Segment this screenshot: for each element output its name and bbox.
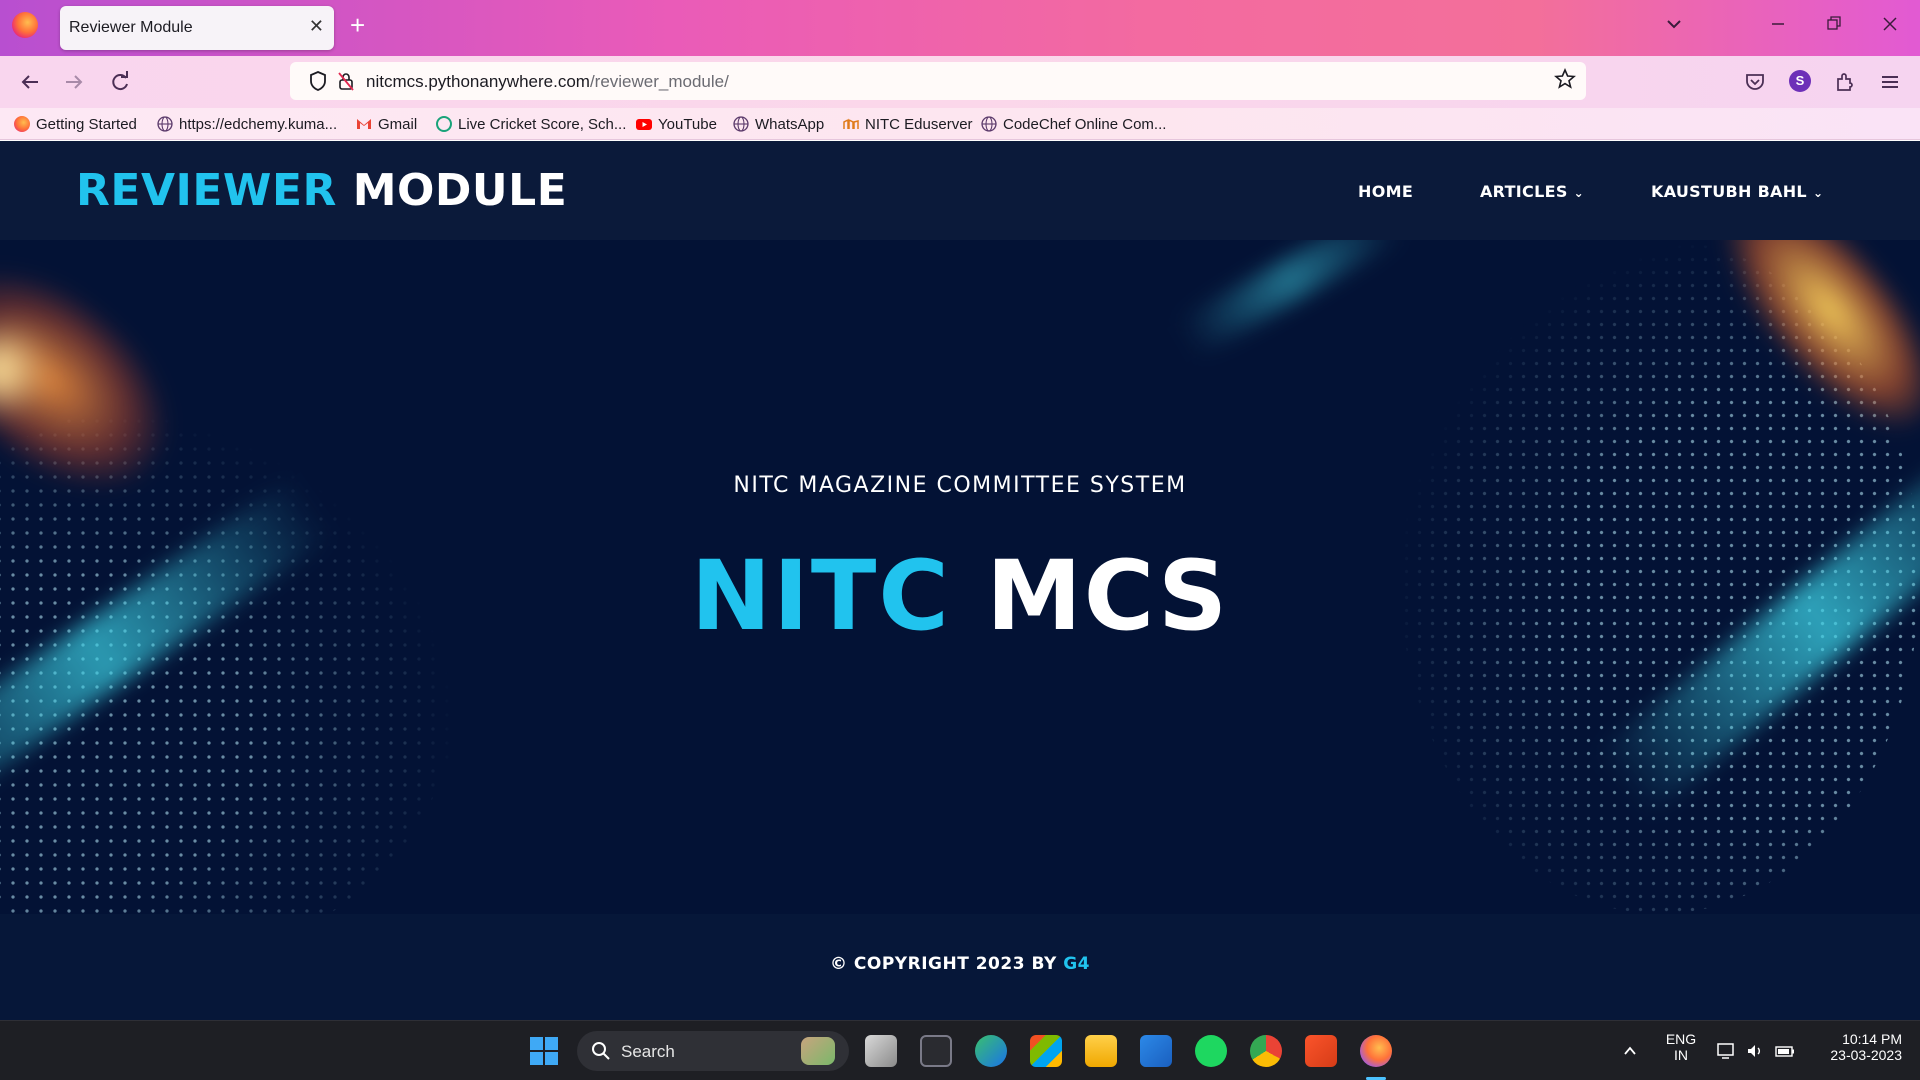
url-path: /reviewer_module/ (589, 72, 729, 91)
firefox-taskbar-icon[interactable] (1360, 1035, 1392, 1067)
minimize-icon[interactable] (1770, 14, 1786, 34)
bookmark-star-icon[interactable] (1554, 68, 1576, 90)
pocket-icon[interactable] (1743, 70, 1767, 94)
bookmark-nitc-eduserver[interactable]: NITC Eduserver (843, 114, 973, 134)
nav-user-label: KAUSTUBH BAHL (1651, 182, 1807, 201)
chevron-down-icon: ⌄ (1812, 186, 1824, 200)
clock-date: 23-03-2023 (1830, 1047, 1902, 1063)
windows-taskbar: Search ENG IN 10:14 PM 23-03-2023 (0, 1020, 1920, 1080)
mail-icon[interactable] (1140, 1035, 1172, 1067)
microsoft-store-icon[interactable] (1030, 1035, 1062, 1067)
hero-section: NITC MAGAZINE COMMITTEE SYSTEM NITC MCS (0, 240, 1920, 914)
site-footer: © COPYRIGHT 2023 BY G4 (0, 914, 1920, 1020)
close-window-icon[interactable] (1882, 14, 1898, 34)
globe-icon (157, 116, 173, 132)
search-label: Search (621, 1042, 675, 1061)
region-code: IN (1674, 1047, 1688, 1063)
footer-author-link[interactable]: G4 (1063, 954, 1090, 974)
spotify-icon[interactable] (1195, 1035, 1227, 1067)
tracking-protection-shield-icon[interactable] (308, 70, 328, 92)
web-page: REVIEWER MODULE HOME ARTICLES ⌄ KAUSTUBH … (0, 141, 1920, 1020)
firefox-menu-icon[interactable] (12, 12, 38, 38)
insecure-lock-icon[interactable] (336, 70, 356, 92)
back-icon[interactable] (16, 68, 44, 96)
new-tab-button[interactable]: + (350, 12, 365, 38)
battery-icon[interactable] (1774, 1041, 1796, 1061)
forward-icon[interactable] (60, 68, 88, 96)
task-view-icon[interactable] (865, 1035, 897, 1067)
search-highlight-illustration (801, 1037, 835, 1065)
bookmark-whatsapp[interactable]: WhatsApp (733, 114, 824, 134)
hero-title-part2: MCS (986, 540, 1230, 652)
site-header: REVIEWER MODULE HOME ARTICLES ⌄ KAUSTUBH … (0, 141, 1920, 240)
url-host: nitcmcs.pythonanywhere.com (366, 72, 590, 91)
nav-home[interactable]: HOME (1358, 182, 1413, 201)
site-logo[interactable]: REVIEWER MODULE (76, 165, 567, 216)
cricbuzz-icon (436, 116, 452, 132)
account-avatar[interactable]: S (1789, 70, 1811, 92)
taskbar-search[interactable]: Search (577, 1031, 849, 1071)
browser-titlebar: Reviewer Module ✕ + (0, 0, 1920, 56)
reload-icon[interactable] (106, 68, 134, 96)
file-explorer-icon[interactable] (1085, 1035, 1117, 1067)
show-hidden-icons-chevron-icon[interactable] (1622, 1043, 1638, 1059)
brave-icon[interactable] (1305, 1035, 1337, 1067)
copyright-text: © COPYRIGHT 2023 BY G4 (0, 954, 1920, 974)
address-bar[interactable]: nitcmcs.pythonanywhere.com/reviewer_modu… (290, 62, 1586, 100)
restore-icon[interactable] (1826, 14, 1842, 34)
brand-part2: MODULE (352, 165, 568, 216)
globe-icon (733, 116, 749, 132)
firefox-icon (14, 116, 30, 132)
language-code: ENG (1665, 1031, 1697, 1047)
volume-icon[interactable] (1745, 1041, 1765, 1061)
nav-articles-dropdown[interactable]: ARTICLES ⌄ (1480, 182, 1584, 201)
hero-title: NITC MCS (0, 540, 1920, 652)
chevron-down-icon: ⌄ (1573, 186, 1585, 200)
windows-start-icon[interactable] (529, 1036, 559, 1066)
language-indicator[interactable]: ENG IN (1665, 1031, 1697, 1063)
clock[interactable]: 10:14 PM 23-03-2023 (1810, 1031, 1902, 1063)
bookmark-codechef[interactable]: CodeChef Online Com... (981, 114, 1166, 134)
clock-time: 10:14 PM (1842, 1031, 1902, 1047)
bookmark-cricbuzz[interactable]: Live Cricket Score, Sch... (436, 114, 626, 134)
hero-subtitle: NITC MAGAZINE COMMITTEE SYSTEM (733, 473, 1187, 498)
search-icon (592, 1042, 610, 1060)
bookmark-getting-started[interactable]: Getting Started (14, 114, 137, 134)
eduserver-icon (843, 118, 859, 129)
edge-browser-icon[interactable] (975, 1035, 1007, 1067)
nav-articles-label: ARTICLES (1480, 182, 1568, 201)
bookmarks-toolbar: Getting Started https://edchemy.kuma... … (0, 108, 1920, 140)
hero-title-part1: NITC (690, 540, 951, 652)
nav-user-dropdown[interactable]: KAUSTUBH BAHL ⌄ (1651, 182, 1823, 201)
tab-reviewer-module[interactable]: Reviewer Module ✕ (60, 6, 334, 50)
copyright-label: © COPYRIGHT 2023 BY (829, 954, 1057, 974)
globe-icon (981, 116, 997, 132)
extensions-icon[interactable] (1833, 70, 1857, 94)
list-all-tabs-icon[interactable] (1664, 14, 1684, 34)
predator-sense-icon[interactable] (920, 1035, 952, 1067)
gmail-icon (357, 119, 371, 129)
tab-title: Reviewer Module (69, 19, 193, 36)
bookmark-edchemy[interactable]: https://edchemy.kuma... (157, 114, 337, 134)
hamburger-menu-icon[interactable] (1878, 70, 1902, 94)
network-icon[interactable] (1716, 1041, 1736, 1061)
bookmark-youtube[interactable]: YouTube (636, 114, 717, 134)
brand-part1: REVIEWER (76, 165, 337, 216)
url-text[interactable]: nitcmcs.pythonanywhere.com/reviewer_modu… (366, 72, 729, 92)
youtube-icon (636, 119, 652, 130)
chrome-icon[interactable] (1250, 1035, 1282, 1067)
bookmark-gmail[interactable]: Gmail (356, 114, 417, 134)
tab-close-icon[interactable]: ✕ (309, 16, 324, 37)
